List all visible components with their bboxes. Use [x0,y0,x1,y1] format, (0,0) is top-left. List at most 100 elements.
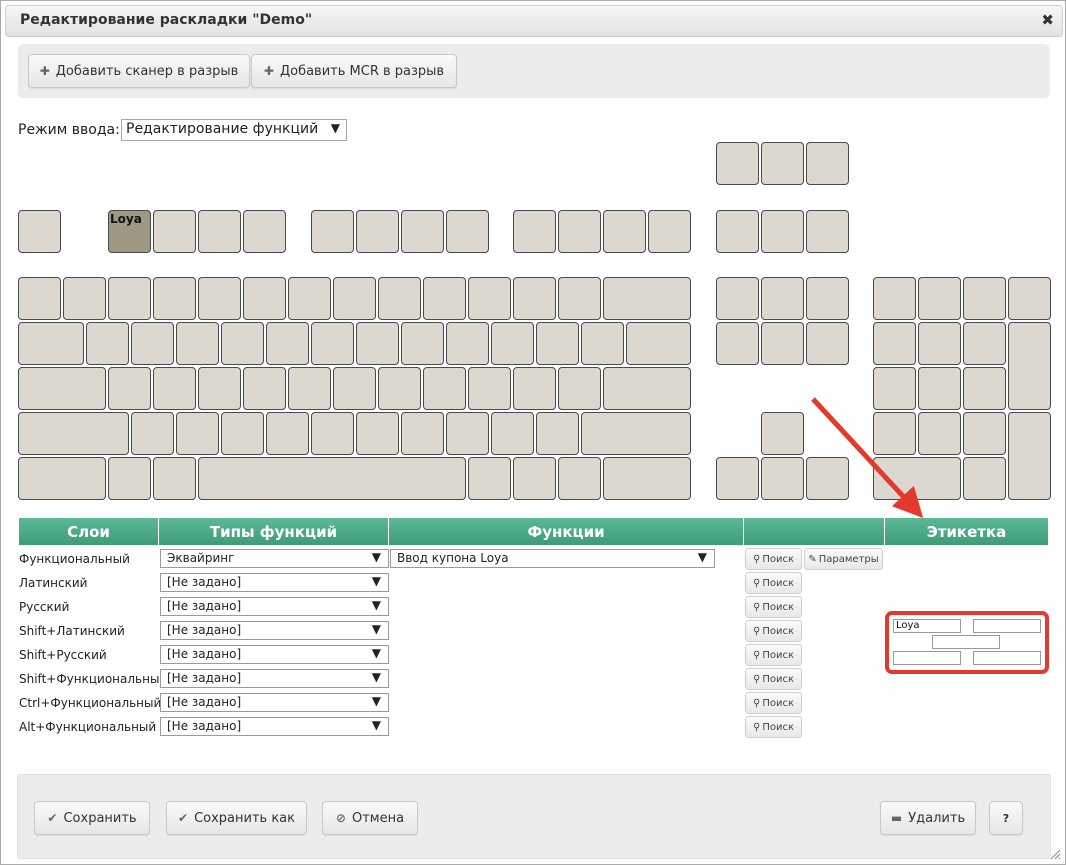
keyboard-key[interactable] [221,322,264,365]
keyboard-key[interactable] [1008,277,1051,320]
keyboard-key[interactable] [108,457,151,500]
keyboard-key[interactable] [963,322,1006,365]
keyboard-key[interactable] [401,322,444,365]
keyboard-key[interactable] [153,367,196,410]
keyboard-key[interactable] [378,367,421,410]
keyboard-key[interactable] [288,367,331,410]
function-type-select[interactable]: [Не задано] ▼ [160,669,389,688]
keyboard-key[interactable] [176,412,219,455]
function-type-select[interactable]: [Не задано] ▼ [160,597,389,616]
keyboard-key[interactable] [311,210,354,253]
keyboard-key[interactable] [963,367,1006,410]
search-button[interactable]: ⚲ Поиск [745,620,802,642]
keyboard-key[interactable] [558,367,601,410]
cancel-button[interactable]: ⊘ Отмена [322,801,418,835]
keyboard-key[interactable] [378,277,421,320]
keyboard-key[interactable] [873,322,916,365]
keyboard-key[interactable] [18,210,61,253]
label-line1-left-input[interactable]: Loya [893,619,961,633]
keyboard-key[interactable] [581,412,691,455]
keyboard-key[interactable] [333,367,376,410]
keyboard-key[interactable] [243,210,286,253]
keyboard-key[interactable] [18,412,129,455]
keyboard-key[interactable] [153,277,196,320]
keyboard-key[interactable] [513,277,556,320]
keyboard-key[interactable] [806,322,849,365]
search-button[interactable]: ⚲ Поиск [745,572,802,594]
keyboard-key[interactable] [716,210,759,253]
keyboard-key[interactable] [648,210,691,253]
keyboard-key[interactable] [18,367,106,410]
keyboard-key[interactable] [311,322,354,365]
function-select[interactable]: Ввод купона Loya ▼ [390,549,715,568]
keyboard-key[interactable] [356,412,399,455]
keyboard-key[interactable] [806,210,849,253]
keyboard-key[interactable] [806,277,849,320]
search-button[interactable]: ⚲ Поиск [745,716,802,738]
keyboard-key[interactable] [558,210,601,253]
input-mode-select[interactable]: Редактирование функций ▼ [121,119,347,141]
keyboard-key[interactable] [603,367,691,410]
keyboard-key[interactable] [356,322,399,365]
save-button[interactable]: ✔ Сохранить [34,801,150,835]
keyboard-key[interactable] [716,322,759,365]
keyboard-key[interactable] [558,277,601,320]
label-line3-right-input[interactable] [973,651,1041,665]
keyboard-key[interactable] [243,277,286,320]
keyboard-key[interactable] [536,322,579,365]
search-button[interactable]: ⚲ Поиск [745,548,802,570]
search-button[interactable]: ⚲ Поиск [745,668,802,690]
keyboard-key[interactable] [446,412,489,455]
keyboard-key[interactable] [581,322,624,365]
keyboard-key[interactable] [1008,412,1051,500]
keyboard-key[interactable] [423,277,466,320]
label-line3-left-input[interactable] [893,651,961,665]
function-type-select[interactable]: [Не задано] ▼ [160,693,389,712]
close-icon[interactable]: ✖ [1041,11,1054,29]
keyboard-key[interactable] [513,367,556,410]
keyboard-key[interactable] [806,142,849,185]
keyboard-key[interactable] [716,142,759,185]
keyboard-key[interactable] [761,277,804,320]
keyboard-key[interactable] [963,457,1006,500]
keyboard-key[interactable] [288,277,331,320]
delete-button[interactable]: ▬ Удалить [880,801,976,835]
keyboard-key[interactable] [963,277,1006,320]
keyboard-key[interactable] [761,142,804,185]
search-button[interactable]: ⚲ Поиск [745,644,802,666]
keyboard-key[interactable] [243,367,286,410]
label-line2-input[interactable] [932,635,1000,649]
keyboard-key[interactable] [86,322,129,365]
keyboard-key[interactable] [153,457,196,500]
function-type-select[interactable]: Эквайринг ▼ [160,549,389,568]
keyboard-key[interactable] [333,277,376,320]
keyboard-key[interactable] [63,277,106,320]
keyboard-key[interactable] [761,457,804,500]
keyboard-key[interactable] [198,277,241,320]
resize-grip-icon[interactable] [1049,848,1061,860]
keyboard-key[interactable] [198,457,466,500]
keyboard-key[interactable] [626,322,691,365]
keyboard-key[interactable] [963,412,1006,455]
keyboard-key[interactable] [401,412,444,455]
keyboard-key[interactable] [873,277,916,320]
add-scanner-button[interactable]: ✚ Добавить сканер в разрыв [28,54,250,88]
keyboard-key[interactable] [468,367,511,410]
help-button[interactable]: ? [989,801,1023,835]
keyboard-key[interactable] [108,277,151,320]
keyboard-key[interactable] [176,322,219,365]
search-button[interactable]: ⚲ Поиск [745,596,802,618]
search-button[interactable]: ⚲ Поиск [745,692,802,714]
keyboard-key[interactable] [18,322,84,365]
keyboard-key[interactable] [18,457,106,500]
keyboard-key[interactable] [266,322,309,365]
keyboard-key[interactable] [513,457,556,500]
keyboard-key[interactable] [153,210,196,253]
keyboard-key[interactable] [491,412,534,455]
keyboard-key[interactable] [603,277,691,320]
parameters-button[interactable]: ✎ Параметры [804,548,883,570]
keyboard-key[interactable] [423,367,466,410]
keyboard-key[interactable] [513,210,556,253]
keyboard-key[interactable] [18,277,61,320]
keyboard-key[interactable] [716,277,759,320]
